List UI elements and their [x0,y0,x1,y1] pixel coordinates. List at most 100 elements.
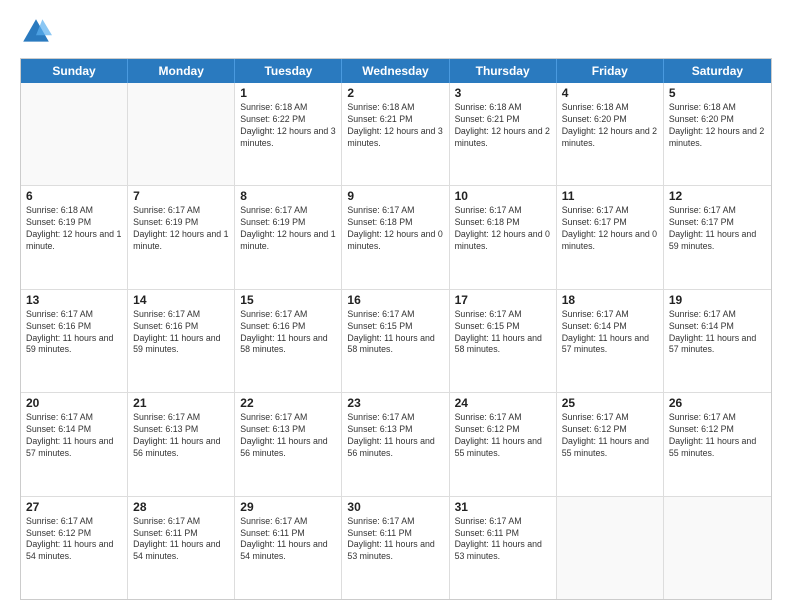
calendar-day-1: 1Sunrise: 6:18 AMSunset: 6:22 PMDaylight… [235,83,342,185]
calendar-empty-cell [21,83,128,185]
calendar-week-4: 20 Sunrise: 6:17 AMSunset: 6:14 PMDayligh… [21,392,771,495]
day-info: Sunrise: 6:17 AMSunset: 6:15 PMDaylight:… [347,309,443,357]
header-day-monday: Monday [128,59,235,83]
calendar-day-27: 27Sunrise: 6:17 AMSunset: 6:12 PMDayligh… [21,497,128,599]
calendar-day-16: 16 Sunrise: 6:17 AMSunset: 6:15 PMDayligh… [342,290,449,392]
day-info: Sunrise: 6:17 AMSunset: 6:12 PMDaylight:… [455,412,551,460]
calendar-day-4: 4 Sunrise: 6:18 AMSunset: 6:20 PMDaylight… [557,83,664,185]
day-info: Sunrise: 6:17 AMSunset: 6:16 PMDaylight:… [240,309,336,357]
calendar-week-5: 27Sunrise: 6:17 AMSunset: 6:12 PMDayligh… [21,496,771,599]
day-number: 9 [347,189,443,203]
header-day-wednesday: Wednesday [342,59,449,83]
day-number: 12 [669,189,766,203]
calendar-day-20: 20 Sunrise: 6:17 AMSunset: 6:14 PMDayligh… [21,393,128,495]
day-number: 15 [240,293,336,307]
day-info: Sunrise: 6:18 AMSunset: 6:20 PMDaylight:… [562,102,658,150]
day-info: Sunrise: 6:17 AMSunset: 6:14 PMDaylight:… [26,412,122,460]
day-info: Sunrise: 6:17 AMSunset: 6:19 PMDaylight:… [133,205,229,253]
calendar-day-13: 13 Sunrise: 6:17 AMSunset: 6:16 PMDayligh… [21,290,128,392]
day-info: Sunrise: 6:17 AMSunset: 6:16 PMDaylight:… [26,309,122,357]
calendar-day-14: 14Sunrise: 6:17 AMSunset: 6:16 PMDayligh… [128,290,235,392]
day-number: 4 [562,86,658,100]
calendar-day-9: 9 Sunrise: 6:17 AMSunset: 6:18 PMDaylight… [342,186,449,288]
day-info: Sunrise: 6:18 AMSunset: 6:19 PMDaylight:… [26,205,122,253]
day-info: Sunrise: 6:18 AMSunset: 6:20 PMDaylight:… [669,102,766,150]
calendar-day-23: 23 Sunrise: 6:17 AMSunset: 6:13 PMDayligh… [342,393,449,495]
header-day-tuesday: Tuesday [235,59,342,83]
calendar-day-7: 7 Sunrise: 6:17 AMSunset: 6:19 PMDaylight… [128,186,235,288]
day-info: Sunrise: 6:17 AMSunset: 6:17 PMDaylight:… [669,205,766,253]
calendar-day-12: 12 Sunrise: 6:17 AMSunset: 6:17 PMDayligh… [664,186,771,288]
day-info: Sunrise: 6:17 AMSunset: 6:11 PMDaylight:… [455,516,551,564]
day-number: 6 [26,189,122,203]
calendar-day-28: 28Sunrise: 6:17 AMSunset: 6:11 PMDayligh… [128,497,235,599]
header-day-saturday: Saturday [664,59,771,83]
day-info: Sunrise: 6:17 AMSunset: 6:13 PMDaylight:… [133,412,229,460]
header-day-sunday: Sunday [21,59,128,83]
day-info: Sunrise: 6:17 AMSunset: 6:11 PMDaylight:… [133,516,229,564]
day-number: 16 [347,293,443,307]
calendar-day-8: 8Sunrise: 6:17 AMSunset: 6:19 PMDaylight… [235,186,342,288]
header [20,16,772,48]
calendar-day-19: 19 Sunrise: 6:17 AMSunset: 6:14 PMDayligh… [664,290,771,392]
header-day-thursday: Thursday [450,59,557,83]
calendar-day-18: 18Sunrise: 6:17 AMSunset: 6:14 PMDayligh… [557,290,664,392]
day-number: 14 [133,293,229,307]
day-number: 31 [455,500,551,514]
day-number: 26 [669,396,766,410]
calendar-day-10: 10 Sunrise: 6:17 AMSunset: 6:18 PMDayligh… [450,186,557,288]
day-number: 30 [347,500,443,514]
calendar-day-15: 15 Sunrise: 6:17 AMSunset: 6:16 PMDayligh… [235,290,342,392]
page: SundayMondayTuesdayWednesdayThursdayFrid… [0,0,792,612]
header-day-friday: Friday [557,59,664,83]
day-number: 23 [347,396,443,410]
calendar-day-24: 24 Sunrise: 6:17 AMSunset: 6:12 PMDayligh… [450,393,557,495]
calendar-day-6: 6 Sunrise: 6:18 AMSunset: 6:19 PMDaylight… [21,186,128,288]
calendar-week-1: 1Sunrise: 6:18 AMSunset: 6:22 PMDaylight… [21,83,771,185]
day-number: 10 [455,189,551,203]
calendar-week-3: 13 Sunrise: 6:17 AMSunset: 6:16 PMDayligh… [21,289,771,392]
day-info: Sunrise: 6:17 AMSunset: 6:11 PMDaylight:… [240,516,336,564]
calendar-day-26: 26 Sunrise: 6:17 AMSunset: 6:12 PMDayligh… [664,393,771,495]
calendar-header: SundayMondayTuesdayWednesdayThursdayFrid… [21,59,771,83]
day-info: Sunrise: 6:17 AMSunset: 6:14 PMDaylight:… [562,309,658,357]
calendar-day-29: 29Sunrise: 6:17 AMSunset: 6:11 PMDayligh… [235,497,342,599]
calendar-day-5: 5Sunrise: 6:18 AMSunset: 6:20 PMDaylight… [664,83,771,185]
logo-icon [20,16,52,48]
day-number: 13 [26,293,122,307]
day-number: 20 [26,396,122,410]
calendar-day-2: 2 Sunrise: 6:18 AMSunset: 6:21 PMDaylight… [342,83,449,185]
day-number: 8 [240,189,336,203]
day-info: Sunrise: 6:17 AMSunset: 6:13 PMDaylight:… [240,412,336,460]
calendar-day-22: 22 Sunrise: 6:17 AMSunset: 6:13 PMDayligh… [235,393,342,495]
day-number: 2 [347,86,443,100]
day-number: 25 [562,396,658,410]
day-info: Sunrise: 6:17 AMSunset: 6:18 PMDaylight:… [455,205,551,253]
day-number: 24 [455,396,551,410]
day-info: Sunrise: 6:17 AMSunset: 6:18 PMDaylight:… [347,205,443,253]
calendar-day-17: 17 Sunrise: 6:17 AMSunset: 6:15 PMDayligh… [450,290,557,392]
day-info: Sunrise: 6:17 AMSunset: 6:12 PMDaylight:… [669,412,766,460]
calendar-empty-cell [557,497,664,599]
day-info: Sunrise: 6:17 AMSunset: 6:11 PMDaylight:… [347,516,443,564]
day-number: 7 [133,189,229,203]
day-number: 11 [562,189,658,203]
day-info: Sunrise: 6:17 AMSunset: 6:13 PMDaylight:… [347,412,443,460]
day-number: 22 [240,396,336,410]
calendar-empty-cell [664,497,771,599]
calendar-empty-cell [128,83,235,185]
day-number: 1 [240,86,336,100]
calendar-day-25: 25 Sunrise: 6:17 AMSunset: 6:12 PMDayligh… [557,393,664,495]
calendar-body: 1Sunrise: 6:18 AMSunset: 6:22 PMDaylight… [21,83,771,599]
day-info: Sunrise: 6:18 AMSunset: 6:21 PMDaylight:… [347,102,443,150]
day-info: Sunrise: 6:17 AMSunset: 6:14 PMDaylight:… [669,309,766,357]
day-number: 3 [455,86,551,100]
day-info: Sunrise: 6:17 AMSunset: 6:15 PMDaylight:… [455,309,551,357]
calendar-day-21: 21Sunrise: 6:17 AMSunset: 6:13 PMDayligh… [128,393,235,495]
calendar: SundayMondayTuesdayWednesdayThursdayFrid… [20,58,772,600]
calendar-day-11: 11Sunrise: 6:17 AMSunset: 6:17 PMDayligh… [557,186,664,288]
day-info: Sunrise: 6:17 AMSunset: 6:12 PMDaylight:… [26,516,122,564]
day-number: 19 [669,293,766,307]
day-info: Sunrise: 6:17 AMSunset: 6:12 PMDaylight:… [562,412,658,460]
day-number: 17 [455,293,551,307]
